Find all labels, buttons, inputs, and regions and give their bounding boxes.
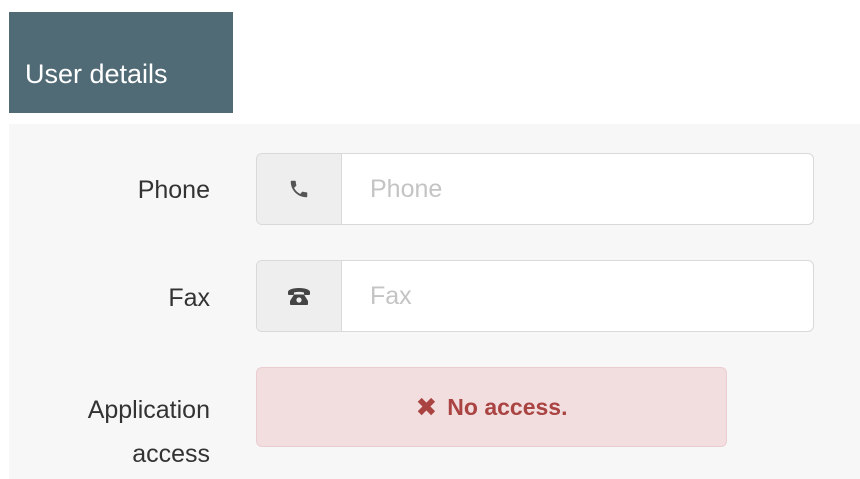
phone-handset-icon	[288, 178, 310, 200]
application-access-label-line1: Application	[87, 396, 210, 424]
fax-input-group	[256, 260, 814, 332]
phone-addon	[257, 154, 342, 224]
panel-header: User details	[9, 12, 233, 113]
fax-input[interactable]	[342, 261, 813, 331]
fax-label: Fax	[168, 284, 210, 312]
access-status-text: No access.	[447, 393, 568, 420]
times-icon: ✖	[415, 392, 438, 422]
phone-input-group	[256, 153, 814, 225]
page-title: User details	[25, 59, 168, 89]
phone-input[interactable]	[342, 154, 813, 224]
no-access-alert: ✖ No access.	[256, 367, 727, 447]
application-access-label-line2: access	[132, 440, 210, 468]
user-details-panel: Phone Fax Application access	[9, 124, 860, 479]
phone-label: Phone	[137, 176, 210, 204]
application-access-label: Application access	[88, 388, 210, 476]
fax-phone-icon	[286, 285, 312, 307]
fax-addon	[257, 261, 342, 331]
